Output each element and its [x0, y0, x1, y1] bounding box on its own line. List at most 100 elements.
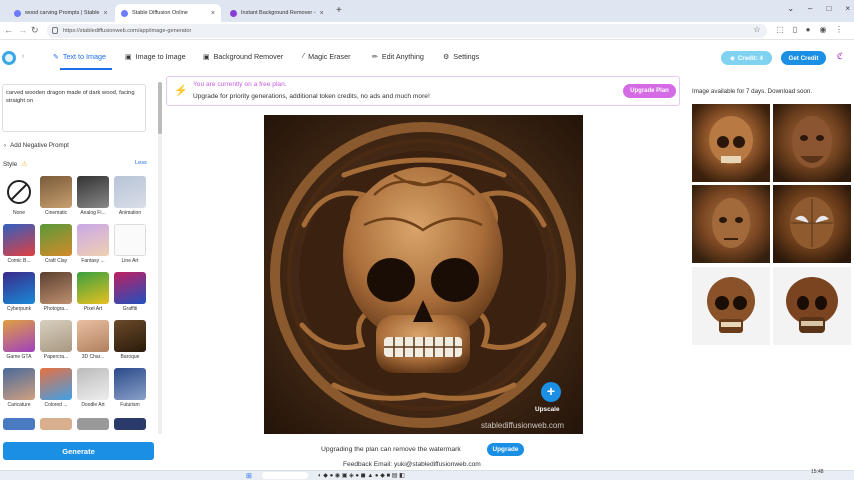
history-thumbnail[interactable]	[692, 104, 770, 182]
left-scrollbar[interactable]	[158, 82, 162, 434]
style-tile[interactable]	[3, 224, 35, 256]
browser-tab-bar: wood carving Prompts | Stable × Stable D…	[0, 0, 854, 22]
browser-tab-wood-carving[interactable]: wood carving Prompts | Stable ×	[8, 4, 112, 22]
style-tile[interactable]	[77, 176, 109, 208]
style-tile[interactable]	[40, 176, 72, 208]
tab-magic-eraser[interactable]: ⁄ Magic Eraser	[303, 52, 351, 61]
style-tile-label: 3D Char...	[81, 354, 105, 360]
upscale-label[interactable]: Upscale	[535, 406, 560, 413]
style-tile-label: Photogra...	[43, 306, 69, 312]
less-toggle[interactable]: Less	[135, 160, 147, 166]
style-tile[interactable]	[114, 320, 146, 352]
back-arrow-icon[interactable]: ←	[4, 25, 13, 35]
style-tile[interactable]	[77, 320, 109, 352]
style-tile[interactable]	[114, 418, 146, 430]
maximize-icon[interactable]: □	[826, 4, 831, 13]
taskbar-app-icons[interactable]: ◐ ◆ ● ◉ ▣ ◈ ● ◼ ▲ ● ◆ ■ ▤ ◧	[318, 472, 405, 479]
warning-icon: ⚠	[21, 161, 28, 168]
credit-button[interactable]: ◈ Credit: 4	[721, 51, 772, 65]
style-tile[interactable]	[114, 224, 146, 256]
tab-label: Text to Image	[62, 52, 107, 61]
gear-icon: ⚙	[443, 53, 450, 61]
close-icon[interactable]: ×	[207, 10, 215, 17]
style-tile[interactable]	[3, 272, 35, 304]
close-window-icon[interactable]: ×	[845, 4, 850, 13]
style-tile[interactable]	[3, 368, 35, 400]
tab-text-to-image[interactable]: ✎ Text to Image	[53, 52, 106, 61]
coin-icon: ◈	[730, 54, 735, 62]
tab-settings[interactable]: ⚙ Settings	[443, 52, 479, 61]
url-text: https://stablediffusionweb.com/app/image…	[63, 28, 192, 34]
style-tile[interactable]	[40, 418, 72, 430]
site-favicon-icon	[14, 9, 21, 17]
generate-button[interactable]: Generate	[3, 442, 154, 460]
prompt-textarea[interactable]: carved wooden dragon made of dark wood, …	[2, 84, 146, 132]
extensions-icon[interactable]: ⬚	[775, 25, 785, 35]
style-tile[interactable]	[77, 272, 109, 304]
windows-start-icon[interactable]: ⊞	[246, 472, 252, 480]
pen-sparkle-icon: ✎	[53, 53, 59, 61]
wand-icon: ⁄	[303, 53, 305, 60]
style-tile[interactable]	[3, 176, 35, 208]
bookmark-star-icon[interactable]: ☆	[752, 25, 762, 35]
clock-time: 15:48	[811, 469, 824, 475]
upgrade-note: Upgrading the plan can remove the waterm…	[321, 446, 461, 453]
face-thumbnail-art	[712, 198, 750, 248]
style-tile[interactable]	[114, 176, 146, 208]
tab-image-to-image[interactable]: ▣ Image to Image	[125, 52, 186, 61]
style-tile-label: Game GTA	[6, 354, 32, 360]
history-thumbnail[interactable]	[773, 185, 851, 263]
site-info-icon[interactable]	[52, 27, 58, 34]
tab-label: Edit Anything	[381, 52, 424, 61]
user-avatar[interactable]: ℭ	[832, 51, 848, 65]
forward-arrow-icon[interactable]: →	[18, 25, 27, 35]
chevron-left-icon[interactable]: ‹	[22, 53, 24, 60]
history-thumbnail[interactable]	[773, 267, 851, 345]
minimize-icon[interactable]: –	[808, 4, 812, 13]
generated-image[interactable]: + Upscale stablediffusionweb.com	[264, 115, 583, 434]
style-tile[interactable]	[40, 320, 72, 352]
upgrade-plan-button[interactable]: Upgrade Plan	[623, 84, 676, 98]
style-tile[interactable]	[3, 320, 35, 352]
menu-dots-icon[interactable]: ⋮	[834, 25, 844, 35]
new-tab-button[interactable]: +	[336, 5, 342, 16]
profile-avatar-icon[interactable]: ◉	[818, 25, 828, 35]
mask-thumbnail-art	[790, 197, 834, 249]
style-tile[interactable]	[40, 272, 72, 304]
close-icon[interactable]: ×	[100, 10, 108, 17]
history-thumbnail[interactable]	[692, 267, 770, 345]
style-tile[interactable]	[114, 368, 146, 400]
style-tile-label: Craft Clay	[44, 258, 68, 264]
style-tile[interactable]	[114, 272, 146, 304]
history-thumbnail[interactable]	[692, 185, 770, 263]
tab-edit-anything[interactable]: ✏ Edit Anything	[372, 52, 424, 61]
skull-thumbnail-art	[709, 116, 753, 164]
taskbar-search-input[interactable]	[262, 472, 308, 479]
sidebar-icon[interactable]: ▯	[790, 25, 800, 35]
style-tile[interactable]	[77, 224, 109, 256]
address-bar[interactable]: https://stablediffusionweb.com/app/image…	[47, 24, 767, 38]
style-tile[interactable]	[77, 368, 109, 400]
upscale-plus-icon[interactable]: +	[541, 382, 561, 402]
add-negative-prompt-toggle[interactable]: › Add Negative Prompt	[4, 142, 69, 149]
history-thumbnail[interactable]	[773, 104, 851, 182]
get-credit-button[interactable]: Get Credit	[781, 51, 826, 65]
style-tile[interactable]	[40, 368, 72, 400]
style-tile[interactable]	[3, 418, 35, 430]
close-icon[interactable]: ×	[316, 10, 324, 17]
banner-line1: You are currently on a free plan.	[193, 81, 287, 88]
style-tile-label: Pixel Art	[83, 306, 103, 312]
chevron-down-icon[interactable]: ⌄	[787, 4, 794, 13]
account-icon[interactable]: ●	[803, 25, 813, 35]
left-scrollbar-thumb[interactable]	[158, 82, 162, 134]
style-tile[interactable]	[40, 224, 72, 256]
browser-tab-stable-diffusion[interactable]: Stable Diffusion Online ×	[115, 4, 221, 22]
style-tile[interactable]	[77, 418, 109, 430]
style-label: Style	[3, 160, 18, 168]
upgrade-button[interactable]: Upgrade	[487, 443, 524, 456]
style-tile-label: Baroque	[120, 354, 140, 360]
site-logo-icon[interactable]	[2, 51, 16, 65]
reload-icon[interactable]: ↻	[31, 25, 39, 36]
browser-tab-background-remover[interactable]: Instant Background Remover - ×	[224, 4, 328, 22]
tab-background-remover[interactable]: ▣ Background Remover	[203, 52, 283, 61]
